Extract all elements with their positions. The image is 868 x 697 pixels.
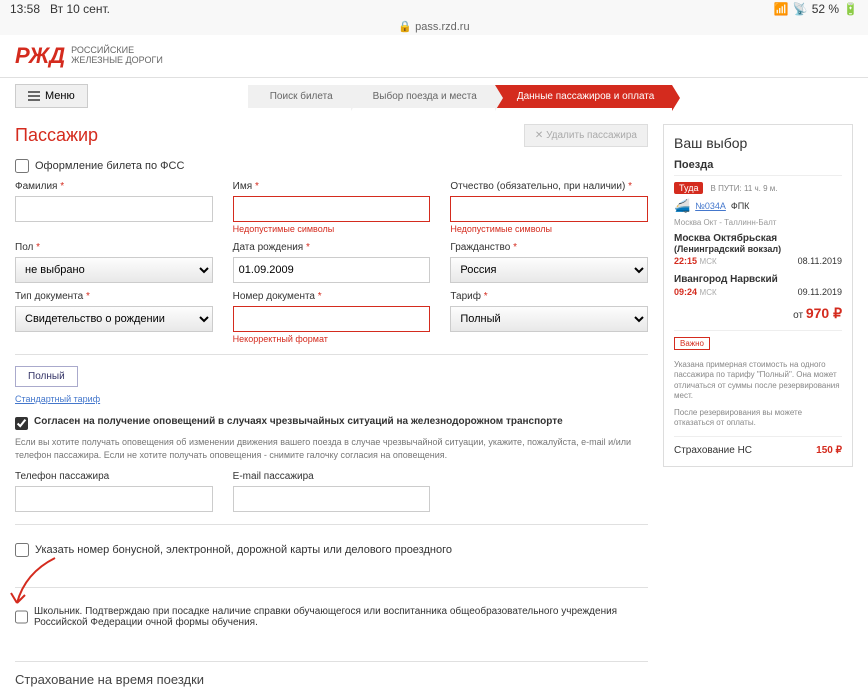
status-date: Вт 10 сент. xyxy=(50,2,110,16)
name-label: Имя * xyxy=(233,181,431,192)
docnumber-label: Номер документа * xyxy=(233,291,431,302)
sidebar-title: Ваш выбор xyxy=(674,135,842,151)
departure-time: 22:15 xyxy=(674,256,697,266)
price-note: Указана примерная стоимость на одного па… xyxy=(674,360,842,402)
departure-date: 08.11.2019 xyxy=(798,256,842,266)
tariff-standard-link[interactable]: Стандартный тариф xyxy=(15,394,648,404)
battery-icon: 🔋 xyxy=(843,2,858,16)
signal-icon: 📶 xyxy=(774,2,789,16)
departure-station: Москва Октябрьская xyxy=(674,233,842,244)
patronymic-error: Недопустимые символы xyxy=(450,224,648,234)
sidebar-trains-header: Поезда xyxy=(674,159,842,176)
insurance-price: 150 ₽ xyxy=(816,445,842,456)
your-choice-box: Ваш выбор Поезда Туда В ПУТИ: 11 ч. 9 м.… xyxy=(663,124,853,467)
delete-passenger-button[interactable]: ✕ Удалить пассажира xyxy=(524,124,648,147)
train-carrier: ФПК xyxy=(731,201,750,211)
insurance-label: Страхование НС xyxy=(674,445,752,456)
wifi-icon: 📡 xyxy=(793,2,808,16)
bonus-card-label: Указать номер бонусной, электронной, дор… xyxy=(35,544,452,556)
price-row: от 970 ₽ xyxy=(674,305,842,322)
doctype-select[interactable]: Свидетельство о рождении xyxy=(15,306,213,332)
breadcrumb-step-1[interactable]: Поиск билета xyxy=(248,85,351,108)
notifications-consent-subtext: Если вы хотите получать оповещения об из… xyxy=(15,436,648,461)
departure-station-sub: (Ленинградский вокзал) xyxy=(674,244,842,254)
logo[interactable]: РЖД Российские железные дороги xyxy=(15,43,163,69)
patronymic-label: Отчество (обязательно, при наличии) * xyxy=(450,181,648,192)
train-number-link[interactable]: №034А xyxy=(695,201,726,211)
annotation-arrow-icon xyxy=(5,553,65,613)
arrival-date: 09.11.2019 xyxy=(798,287,842,297)
email-label: E-mail пассажира xyxy=(233,471,431,482)
travel-duration: В ПУТИ: 11 ч. 9 м. xyxy=(711,184,778,193)
arrival-station: Ивангород Нарвский xyxy=(674,274,842,285)
site-header: РЖД Российские железные дороги xyxy=(0,35,868,78)
notifications-consent-checkbox[interactable] xyxy=(15,417,28,430)
tariff-label: Тариф * xyxy=(450,291,648,302)
fss-label: Оформление билета по ФСС xyxy=(35,160,184,172)
route-text: Москва Окт - Таллинн-Балт xyxy=(674,218,842,227)
name-input[interactable] xyxy=(233,196,431,222)
logo-text: Российские железные дороги xyxy=(71,46,163,66)
phone-label: Телефон пассажира xyxy=(15,471,213,482)
page-title: Пассажир xyxy=(15,125,98,146)
docnumber-error: Некорректный формат xyxy=(233,334,431,344)
travel-insurance-header: Страхование на время поездки xyxy=(15,661,648,687)
ios-status-bar: 13:58 Вт 10 сент. 📶 📡 52 % 🔋 xyxy=(0,0,868,18)
address-bar[interactable]: 🔒 pass.rzd.ru xyxy=(0,18,868,35)
surname-input[interactable] xyxy=(15,196,213,222)
student-label: Школьник. Подтверждаю при посадке наличи… xyxy=(34,606,648,628)
gender-select[interactable]: не выбрано xyxy=(15,257,213,283)
citizenship-select[interactable]: Россия xyxy=(450,257,648,283)
birthdate-input[interactable] xyxy=(233,257,431,283)
tariff-select[interactable]: Полный xyxy=(450,306,648,332)
warning-badge: Важно xyxy=(674,337,710,350)
gender-label: Пол * xyxy=(15,242,213,253)
logo-icon: РЖД xyxy=(15,43,65,69)
notifications-consent-text: Согласен на получение оповещений в случа… xyxy=(34,416,563,427)
menu-button[interactable]: Меню xyxy=(15,84,88,108)
hamburger-icon xyxy=(28,91,40,101)
battery-text: 52 % xyxy=(812,2,839,16)
docnumber-input[interactable] xyxy=(233,306,431,332)
surname-label: Фамилия * xyxy=(15,181,213,192)
phone-input[interactable] xyxy=(15,486,213,512)
name-error: Недопустимые символы xyxy=(233,224,431,234)
status-time: 13:58 xyxy=(10,2,40,16)
reservation-note: После резервирования вы можете отказатьс… xyxy=(674,408,842,429)
breadcrumb-step-3[interactable]: Данные пассажиров и оплата xyxy=(495,85,672,108)
birthdate-label: Дата рождения * xyxy=(233,242,431,253)
patronymic-input[interactable] xyxy=(450,196,648,222)
train-icon: 🚄 xyxy=(674,198,690,214)
fss-checkbox[interactable] xyxy=(15,159,29,173)
breadcrumb: Поиск билета Выбор поезда и места Данные… xyxy=(248,85,673,108)
arrival-time: 09:24 xyxy=(674,287,697,297)
doctype-label: Тип документа * xyxy=(15,291,213,302)
direction-badge: Туда xyxy=(674,182,703,194)
tariff-full-button[interactable]: Полный xyxy=(15,366,78,387)
citizenship-label: Гражданство * xyxy=(450,242,648,253)
breadcrumb-step-2[interactable]: Выбор поезда и места xyxy=(351,85,495,108)
email-input[interactable] xyxy=(233,486,431,512)
